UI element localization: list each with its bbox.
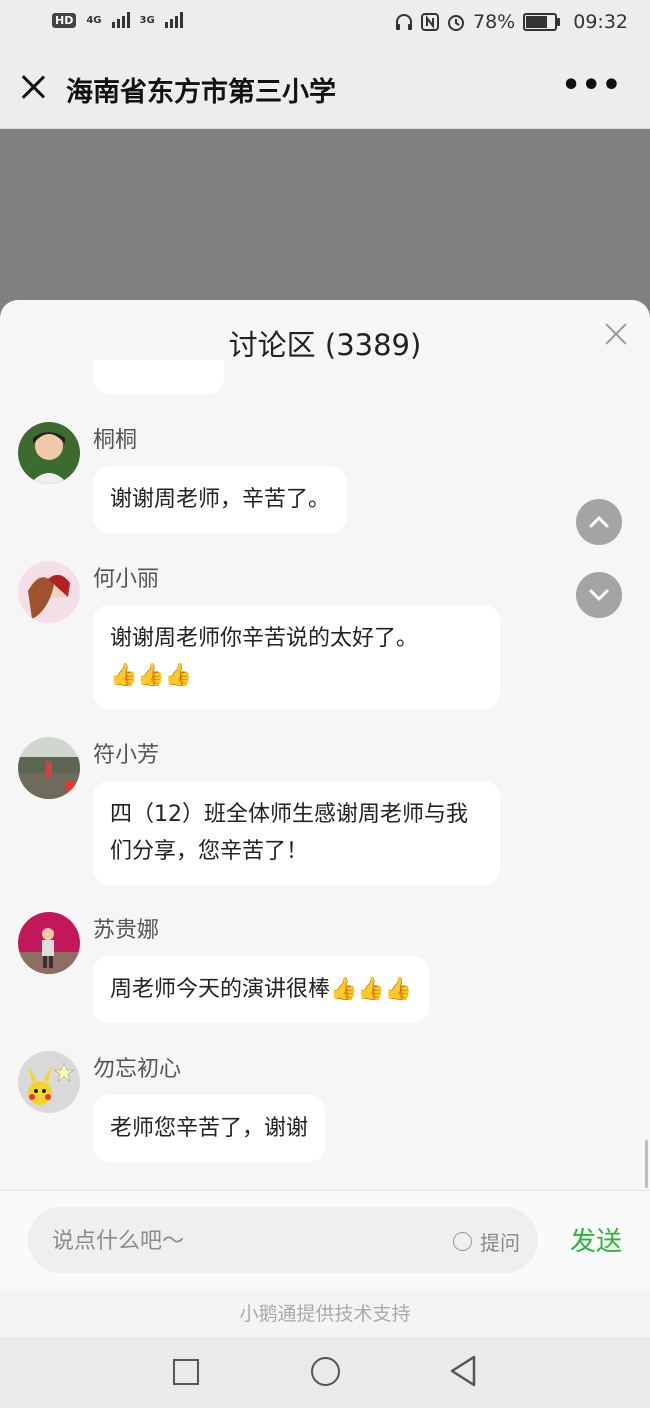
message-text: 谢谢周老师你辛苦说的太好了。 xyxy=(110,626,419,651)
more-icon[interactable]: ••• xyxy=(561,71,622,101)
message-bubble[interactable]: 老师您辛苦了，谢谢 xyxy=(93,1095,326,1162)
ask-label: 提问 xyxy=(480,1231,520,1255)
battery-fill xyxy=(526,16,547,28)
scroll-down-button[interactable] xyxy=(576,572,622,618)
comment-input[interactable] xyxy=(50,1224,434,1258)
message-bubble[interactable]: 谢谢周老师你辛苦说的太好了。 👍👍👍 xyxy=(93,605,500,709)
home-button[interactable] xyxy=(311,1357,340,1386)
message-text: 周老师今天的演讲很棒 xyxy=(110,977,331,1002)
message-text: 四（12）班全体师生感谢周老师与我们分享，您辛苦了！ xyxy=(110,802,468,864)
video-area-overlay[interactable] xyxy=(0,129,650,319)
message-list[interactable]: 桐桐 谢谢周老师，辛苦了。 何小丽 谢谢周老师你辛苦说的太好了。 👍👍👍 符小芳 … xyxy=(0,360,650,1190)
app-header: 海南省东方市第三小学 ••• xyxy=(0,48,650,129)
clock: 09:32 xyxy=(573,11,628,33)
radio-icon[interactable] xyxy=(453,1232,472,1251)
message-text: 谢谢周老师，辛苦了。 xyxy=(110,487,331,512)
comment-input-container[interactable]: 提问 xyxy=(28,1207,538,1273)
scrollbar[interactable] xyxy=(645,1140,648,1188)
avatar[interactable] xyxy=(18,561,80,623)
hd-badge: HD xyxy=(52,12,77,28)
scroll-up-button[interactable] xyxy=(576,499,622,545)
close-icon[interactable] xyxy=(18,72,48,102)
message-bubble[interactable]: 四（12）班全体师生感谢周老师与我们分享，您辛苦了！ xyxy=(93,781,500,885)
recent-apps-button[interactable] xyxy=(173,1359,199,1385)
status-left: HD 4G 3G xyxy=(52,12,183,28)
avatar[interactable] xyxy=(18,737,80,799)
message-text: 老师您辛苦了，谢谢 xyxy=(110,1116,309,1141)
tech-support-footer: 小鹅通提供技术支持 xyxy=(0,1289,650,1337)
chevron-down-icon xyxy=(589,589,609,601)
headphone-icon xyxy=(396,14,412,30)
thumbs-up-icons: 👍👍👍 xyxy=(110,663,193,688)
input-bar: 提问 发送 xyxy=(0,1190,650,1289)
network-4g: 4G xyxy=(86,14,102,26)
nfc-icon xyxy=(421,13,439,31)
message-bubble[interactable]: 周老师今天的演讲很棒👍👍👍 xyxy=(93,956,430,1023)
user-name: 苏贵娜 xyxy=(93,918,160,943)
back-icon[interactable] xyxy=(449,1355,477,1387)
discussion-title: 讨论区 (3389) xyxy=(228,328,422,362)
avatar[interactable] xyxy=(18,1051,80,1113)
message-bubble[interactable]: 谢谢周老师，辛苦了。 xyxy=(93,466,348,533)
partial-message-bubble xyxy=(94,360,224,394)
avatar[interactable] xyxy=(18,912,80,974)
page-title: 海南省东方市第三小学 xyxy=(66,77,336,108)
alarm-icon xyxy=(448,15,464,31)
status-bar: HD 4G 3G 78% 09:32 xyxy=(0,0,650,48)
system-nav-bar xyxy=(0,1337,650,1408)
user-name: 符小芳 xyxy=(93,743,160,768)
user-name: 勿忘初心 xyxy=(93,1057,182,1082)
ask-question-toggle[interactable]: 提问 xyxy=(453,1227,520,1256)
user-name: 桐桐 xyxy=(93,428,138,453)
discussion-panel: 讨论区 (3389) 桐桐 谢谢周老师，辛苦了。 何小丽 谢谢周老师你辛苦说的太… xyxy=(0,300,650,1190)
close-panel-icon[interactable] xyxy=(604,322,628,346)
send-button[interactable]: 发送 xyxy=(570,1221,622,1258)
chevron-up-icon xyxy=(589,516,609,528)
avatar[interactable] xyxy=(18,422,80,484)
signal-icon xyxy=(111,12,130,28)
user-name: 何小丽 xyxy=(93,567,160,592)
thumbs-up-icons: 👍👍👍 xyxy=(330,977,413,1002)
signal-icon-2 xyxy=(164,12,183,28)
battery-icon xyxy=(523,13,561,31)
status-right: 78% 09:32 xyxy=(395,11,628,33)
battery-percent: 78% xyxy=(473,11,516,33)
network-3g: 3G xyxy=(139,14,155,26)
